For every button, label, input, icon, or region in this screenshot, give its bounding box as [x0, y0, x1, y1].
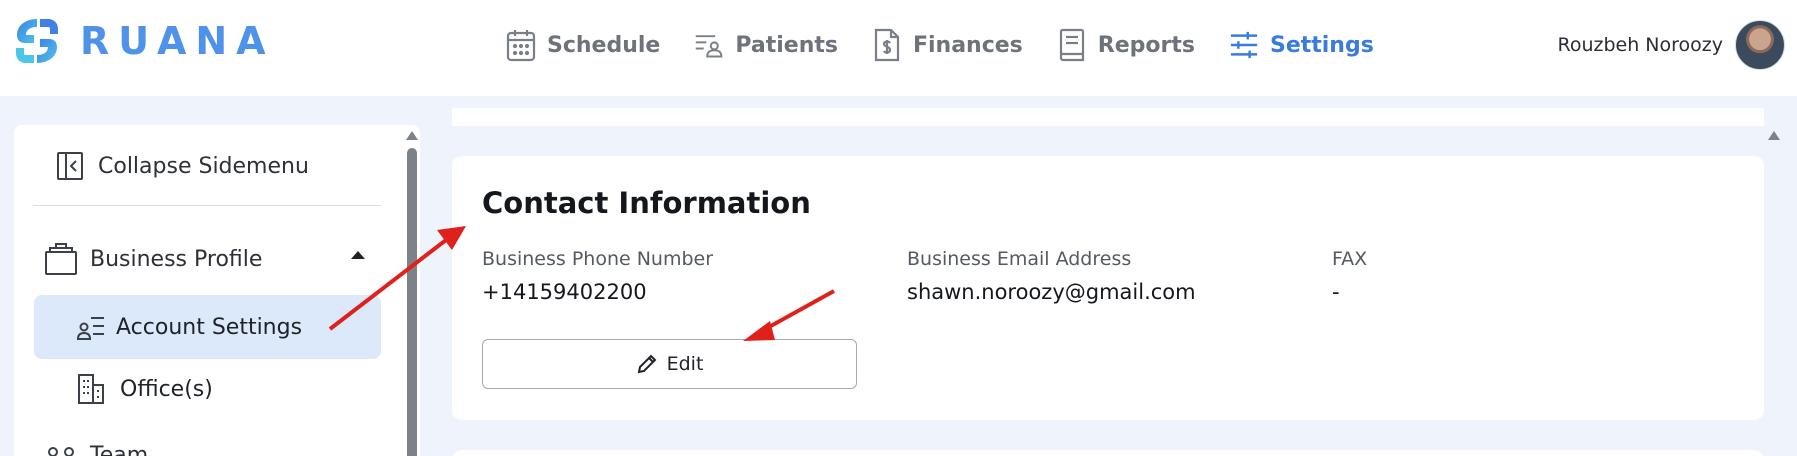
collapse-sidemenu-button[interactable]: Collapse Sidemenu: [56, 151, 309, 181]
pencil-icon: [637, 354, 657, 374]
nav-label: Schedule: [547, 32, 661, 58]
sidebar-group-label: Business Profile: [90, 246, 263, 272]
nav-patients[interactable]: Patients: [694, 28, 838, 62]
nav-label: Reports: [1097, 32, 1195, 58]
edit-button[interactable]: Edit: [482, 339, 857, 389]
user-menu[interactable]: Rouzbeh Noroozy: [1557, 20, 1785, 70]
nav-label: Finances: [912, 32, 1023, 58]
team-icon: [48, 446, 74, 456]
sidebar-scrollbar-thumb[interactable]: [407, 148, 417, 456]
nav-settings[interactable]: Settings: [1229, 28, 1374, 62]
top-header: RUANA Schedule Patients Finances Reports…: [0, 0, 1797, 96]
user-name: Rouzbeh Noroozy: [1557, 34, 1723, 56]
field-label: Business Phone Number: [482, 248, 714, 270]
previous-card-bottom: [452, 108, 1764, 126]
main-nav: Schedule Patients Finances Reports Setti…: [506, 22, 1408, 68]
sidebar-item-label: Office(s): [120, 376, 213, 402]
section-title: Contact Information: [482, 186, 811, 220]
briefcase-icon: [45, 243, 77, 275]
brand-name: RUANA: [80, 19, 275, 63]
sidebar-item-label: Account Settings: [116, 314, 303, 340]
contact-information-card: Contact Information Business Phone Numbe…: [452, 156, 1764, 420]
phone-field: Business Phone Number +14159402200: [482, 248, 713, 304]
next-card-top: [452, 450, 1764, 456]
calendar-icon: [506, 30, 536, 62]
sidebar-group-business-profile[interactable]: Business Profile: [44, 242, 262, 276]
main-scroll-up-arrow[interactable]: [1768, 131, 1780, 140]
ruana-logo-icon: [16, 19, 58, 63]
settings-sidebar: Collapse Sidemenu Business Profile Accou…: [14, 125, 420, 456]
building-icon: [78, 374, 104, 404]
field-value: +14159402200: [482, 280, 647, 304]
sidebar-item-offices[interactable]: Office(s): [76, 373, 213, 405]
nav-label: Settings: [1269, 32, 1374, 58]
sidebar-group-label: Team: [90, 443, 149, 456]
collapse-panel-icon: [57, 152, 83, 180]
brand-logo[interactable]: RUANA: [12, 16, 275, 66]
nav-finances[interactable]: Finances: [872, 28, 1023, 62]
sliders-icon: [1230, 31, 1258, 59]
fax-field: FAX -: [1332, 248, 1367, 304]
caret-up-icon[interactable]: [351, 251, 365, 259]
account-settings-icon: [76, 317, 104, 340]
field-label: FAX: [1332, 248, 1368, 270]
avatar[interactable]: [1735, 20, 1785, 70]
edit-button-label: Edit: [666, 353, 704, 375]
field-value: shawn.noroozy@gmail.com: [907, 280, 1196, 304]
nav-label: Patients: [735, 32, 838, 58]
nav-reports[interactable]: Reports: [1057, 28, 1195, 62]
email-field: Business Email Address shawn.noroozy@gma…: [907, 248, 1196, 304]
invoice-dollar-icon: [874, 28, 900, 62]
collapse-sidemenu-label: Collapse Sidemenu: [98, 153, 309, 179]
sidebar-item-account-settings[interactable]: Account Settings: [34, 295, 381, 359]
field-value: -: [1332, 280, 1340, 304]
sidebar-divider: [33, 205, 381, 206]
nav-schedule[interactable]: Schedule: [506, 28, 660, 62]
sidebar-group-team[interactable]: Team: [44, 443, 148, 456]
report-icon: [1059, 28, 1084, 62]
sidebar-scroll-up-arrow[interactable]: [406, 131, 418, 140]
field-label: Business Email Address: [907, 248, 1132, 270]
patients-icon: [696, 35, 723, 58]
